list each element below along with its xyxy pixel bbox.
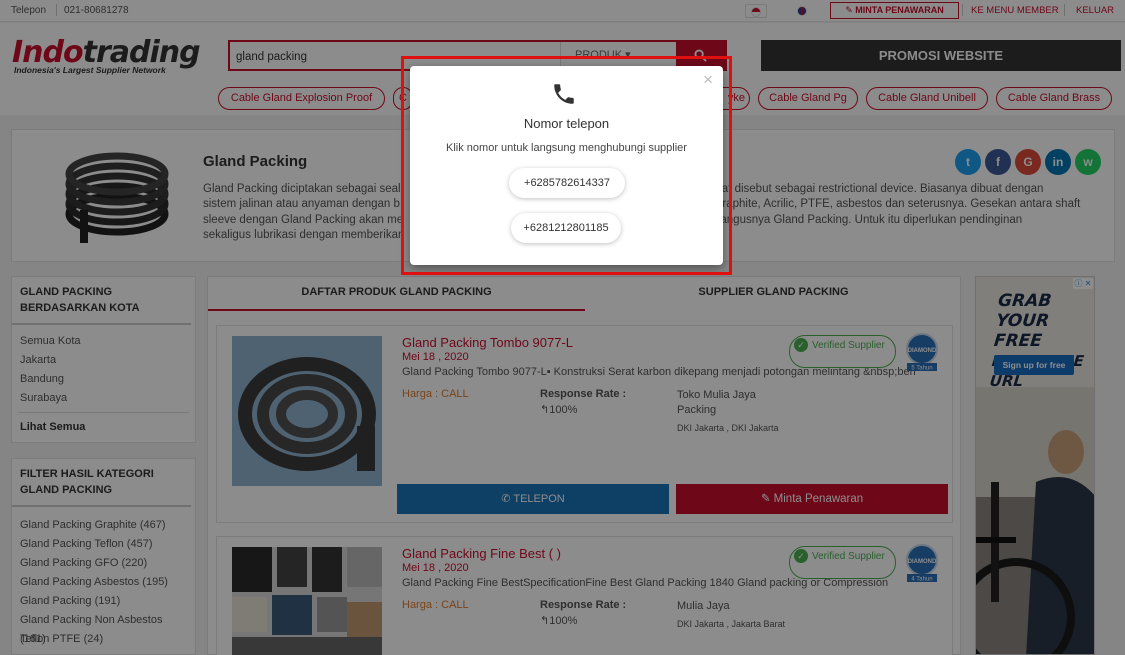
highlight-box [401, 56, 732, 275]
